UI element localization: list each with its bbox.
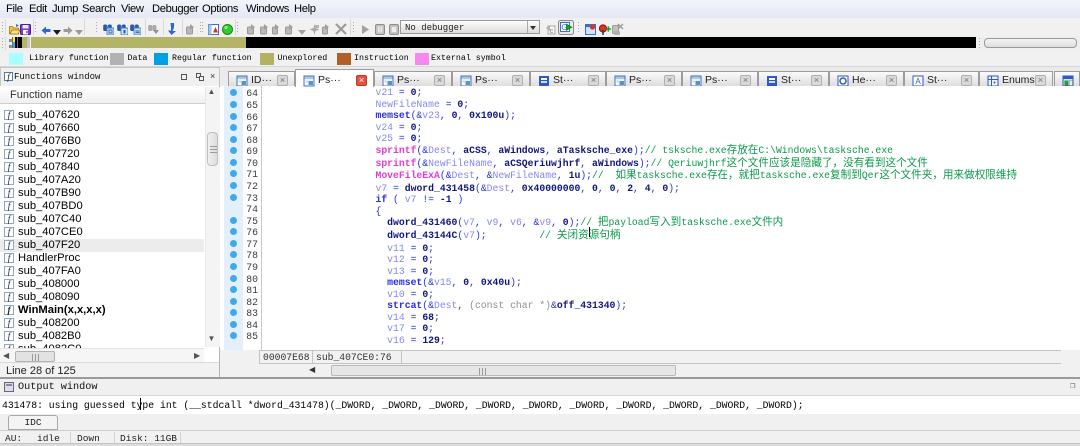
svg-text:A: A xyxy=(915,77,921,86)
svg-text:c: c xyxy=(550,28,554,35)
